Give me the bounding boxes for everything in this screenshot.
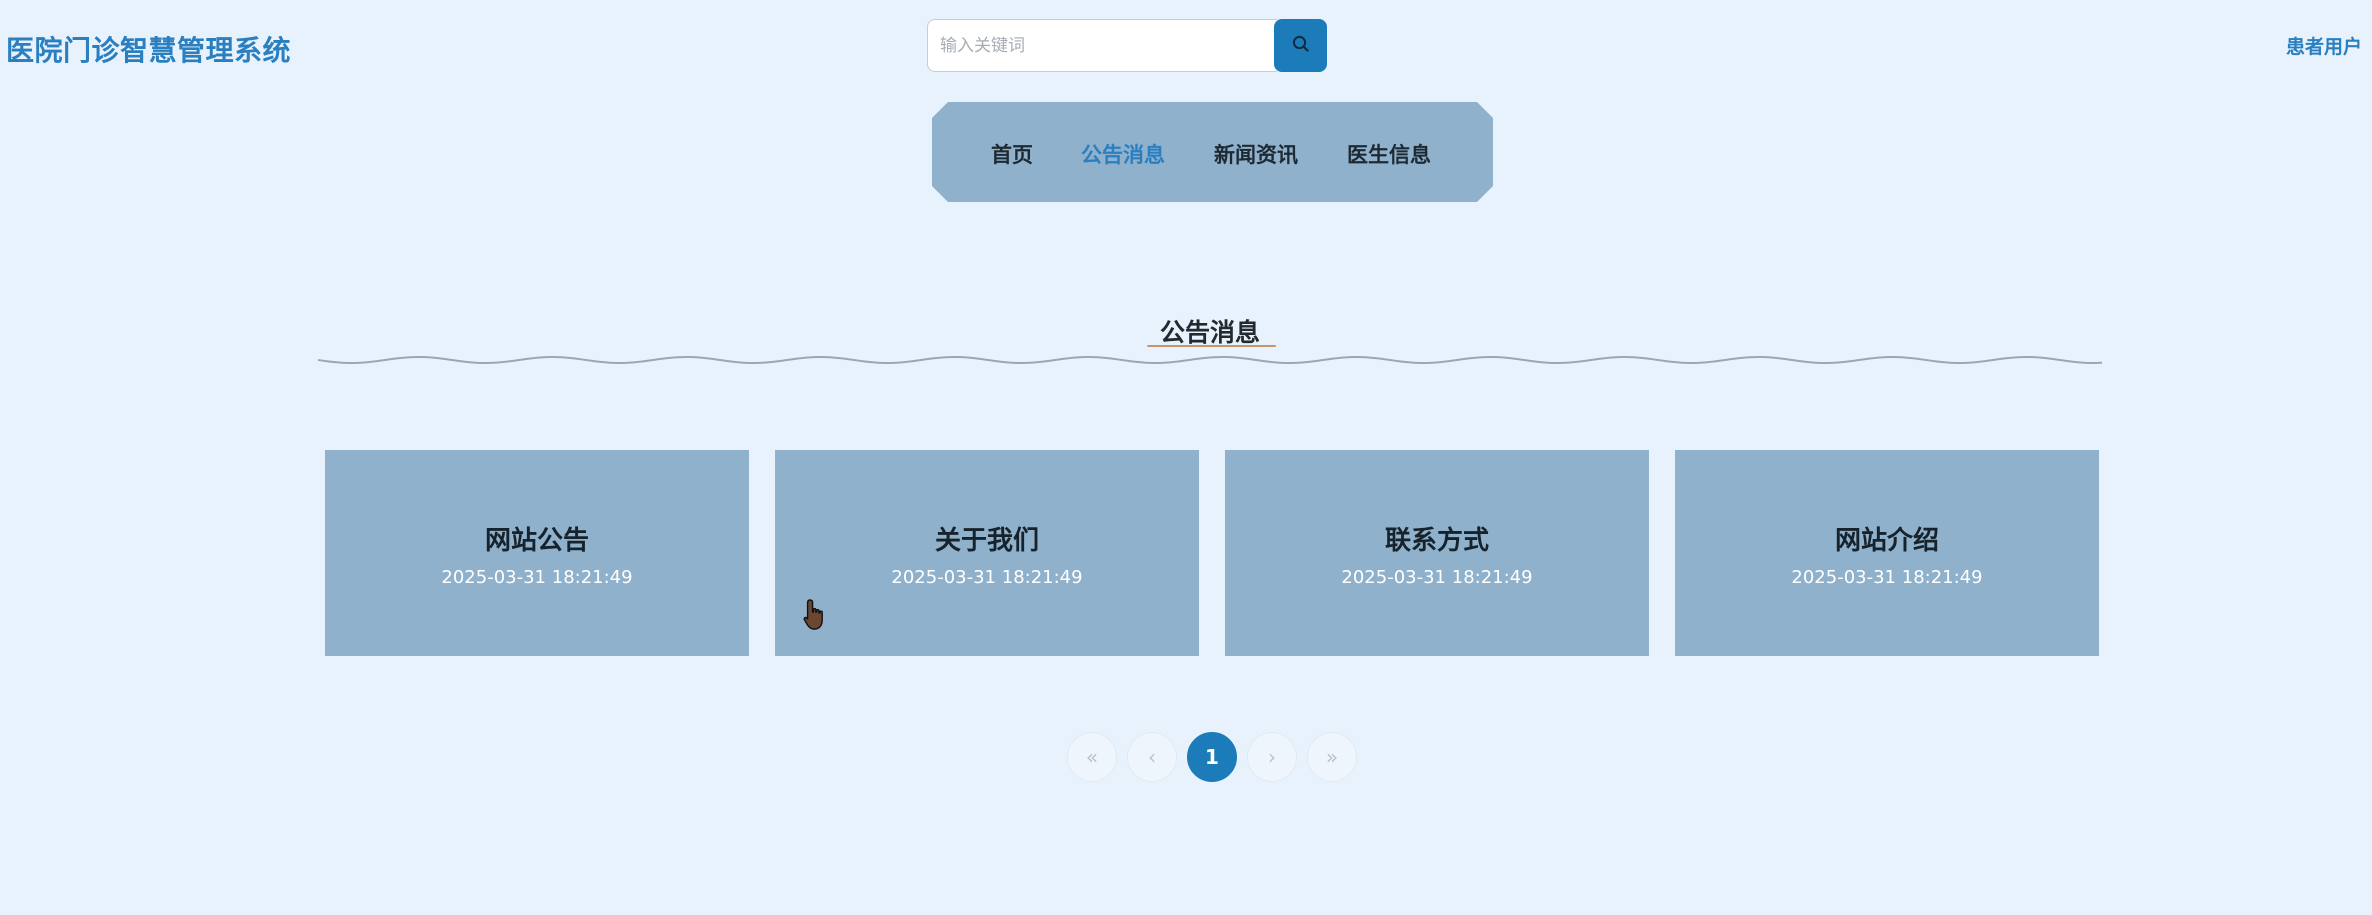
main-nav: 首页 公告消息 新闻资讯 医生信息 <box>932 102 1493 202</box>
pagination-last-button[interactable]: » <box>1307 732 1357 782</box>
announcement-card-contact[interactable]: 联系方式 2025-03-31 18:21:49 <box>1225 450 1649 656</box>
pagination-page-1[interactable]: 1 <box>1187 732 1237 782</box>
card-date: 2025-03-31 18:21:49 <box>1341 567 1533 588</box>
announcement-card-website-notice[interactable]: 网站公告 2025-03-31 18:21:49 <box>325 450 749 656</box>
card-title: 联系方式 <box>1384 526 1489 556</box>
pagination-first-button[interactable]: « <box>1067 732 1117 782</box>
card-title: 网站介绍 <box>1834 526 1939 556</box>
wave-divider <box>318 355 2103 365</box>
section-title-underline <box>1147 345 1276 347</box>
nav-item-doctors[interactable]: 医生信息 <box>1347 139 1431 169</box>
nav-item-announcements[interactable]: 公告消息 <box>1081 139 1165 169</box>
nav-item-home[interactable]: 首页 <box>991 139 1033 169</box>
pagination-prev-button[interactable]: ‹ <box>1127 732 1177 782</box>
announcement-card-about-us[interactable]: 关于我们 2025-03-31 18:21:49 <box>775 450 1199 656</box>
user-menu-link[interactable]: 患者用户 <box>2286 32 2362 59</box>
announcement-card-site-intro[interactable]: 网站介绍 2025-03-31 18:21:49 <box>1675 450 2099 656</box>
card-title: 网站公告 <box>484 526 589 556</box>
card-title: 关于我们 <box>934 526 1039 556</box>
nav-item-news[interactable]: 新闻资讯 <box>1214 139 1298 169</box>
search-button[interactable] <box>1274 19 1327 72</box>
hand-pointer-icon <box>803 599 823 630</box>
search-icon <box>1291 34 1311 57</box>
card-date: 2025-03-31 18:21:49 <box>891 567 1083 588</box>
search-bar <box>927 19 1327 72</box>
card-date: 2025-03-31 18:21:49 <box>441 567 633 588</box>
pagination-next-button[interactable]: › <box>1247 732 1297 782</box>
section-title: 公告消息 <box>1160 318 1261 347</box>
site-title[interactable]: 医院门诊智慧管理系统 <box>6 29 291 69</box>
search-input[interactable] <box>927 19 1277 72</box>
card-date: 2025-03-31 18:21:49 <box>1791 567 1983 588</box>
